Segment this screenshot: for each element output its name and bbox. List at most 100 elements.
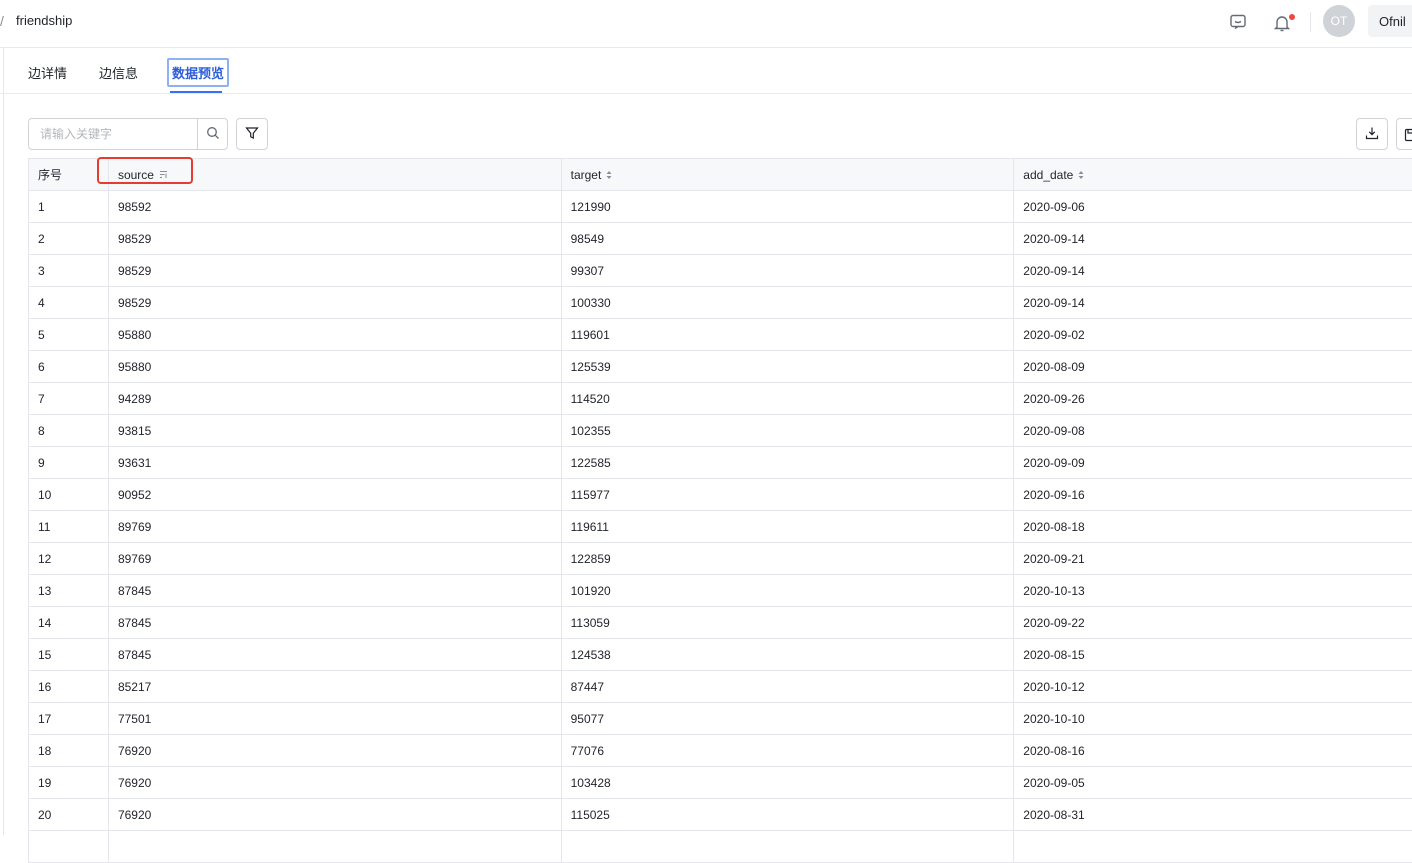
cell-source: 90952	[109, 479, 562, 510]
filter-button[interactable]	[236, 118, 268, 150]
cell-source: 95880	[109, 319, 562, 350]
table-row[interactable]: 14878451130592020-09-22	[29, 607, 1412, 639]
tab-data-preview[interactable]: 数据预览	[167, 58, 229, 87]
search-input[interactable]	[29, 119, 197, 149]
column-header-label: target	[571, 168, 602, 182]
user-menu[interactable]: Ofnil	[1368, 5, 1412, 37]
table-row[interactable]: 1777501950772020-10-10	[29, 703, 1412, 735]
table-row[interactable]: 7942891145202020-09-26	[29, 383, 1412, 415]
filter-icon	[245, 126, 259, 143]
notification-button[interactable]	[1268, 9, 1296, 37]
table-row[interactable]: 8938151023552020-09-08	[29, 415, 1412, 447]
table-row[interactable]: 1985921219902020-09-06	[29, 191, 1412, 223]
table-row[interactable]: 298529985492020-09-14	[29, 223, 1412, 255]
cell-index: 12	[29, 543, 109, 574]
table-row[interactable]: 9936311225852020-09-09	[29, 447, 1412, 479]
cell-index: 9	[29, 447, 109, 478]
cell-add-date	[1014, 831, 1412, 862]
table-row[interactable]: 11897691196112020-08-18	[29, 511, 1412, 543]
cell-target: 99307	[562, 255, 1015, 286]
save-button[interactable]	[1396, 118, 1412, 150]
cell-target: 124538	[562, 639, 1015, 670]
cell-index: 7	[29, 383, 109, 414]
cell-add-date: 2020-09-26	[1014, 383, 1412, 414]
table-row[interactable]: 13878451019202020-10-13	[29, 575, 1412, 607]
message-button[interactable]	[1224, 9, 1252, 37]
cell-index: 8	[29, 415, 109, 446]
table-row[interactable]: 15878451245382020-08-15	[29, 639, 1412, 671]
data-table: 序号 source target add_d	[28, 158, 1412, 863]
cell-index: 10	[29, 479, 109, 510]
cell-index: 13	[29, 575, 109, 606]
cell-target: 114520	[562, 383, 1015, 414]
cell-target: 95077	[562, 703, 1015, 734]
cell-add-date: 2020-08-18	[1014, 511, 1412, 542]
table-row[interactable]: 398529993072020-09-14	[29, 255, 1412, 287]
cell-index: 3	[29, 255, 109, 286]
cell-source: 98529	[109, 223, 562, 254]
column-header-label: source	[118, 168, 154, 182]
search-button[interactable]	[197, 119, 227, 149]
cell-add-date: 2020-09-14	[1014, 287, 1412, 318]
column-header-label: 序号	[38, 166, 62, 183]
cell-source: 76920	[109, 735, 562, 766]
cell-index: 19	[29, 767, 109, 798]
sort-desc-icon[interactable]	[159, 170, 168, 179]
cell-source: 93815	[109, 415, 562, 446]
cell-add-date: 2020-09-16	[1014, 479, 1412, 510]
column-header-index: 序号	[29, 159, 109, 190]
column-header-target[interactable]: target	[562, 159, 1015, 190]
cell-add-date: 2020-09-08	[1014, 415, 1412, 446]
notification-dot	[1289, 14, 1295, 20]
cell-add-date: 2020-09-09	[1014, 447, 1412, 478]
table-row[interactable]: 19769201034282020-09-05	[29, 767, 1412, 799]
tab-edge-info[interactable]: 边信息	[99, 63, 138, 82]
cell-index: 20	[29, 799, 109, 830]
table-row[interactable]: 10909521159772020-09-16	[29, 479, 1412, 511]
table-row[interactable]: 1876920770762020-08-16	[29, 735, 1412, 767]
table-row[interactable]	[29, 831, 1412, 863]
table-row[interactable]: 4985291003302020-09-14	[29, 287, 1412, 319]
cell-add-date: 2020-09-02	[1014, 319, 1412, 350]
column-header-add-date[interactable]: add_date	[1014, 159, 1412, 190]
cell-add-date: 2020-08-09	[1014, 351, 1412, 382]
cell-add-date: 2020-08-31	[1014, 799, 1412, 830]
cell-add-date: 2020-10-13	[1014, 575, 1412, 606]
cell-add-date: 2020-09-22	[1014, 607, 1412, 638]
cell-index: 1	[29, 191, 109, 222]
save-icon	[1404, 128, 1412, 145]
cell-target: 103428	[562, 767, 1015, 798]
table-row[interactable]: 12897691228592020-09-21	[29, 543, 1412, 575]
tab-bar: 边详情 边信息 数据预览	[0, 48, 1412, 94]
cell-target: 121990	[562, 191, 1015, 222]
cell-index	[29, 831, 109, 862]
cell-add-date: 2020-08-15	[1014, 639, 1412, 670]
cell-source: 76920	[109, 799, 562, 830]
avatar[interactable]: OT	[1323, 5, 1355, 37]
column-header-source[interactable]: source	[109, 159, 562, 190]
cell-add-date: 2020-10-10	[1014, 703, 1412, 734]
table-row[interactable]: 1685217874472020-10-12	[29, 671, 1412, 703]
search-box	[28, 118, 228, 150]
sort-icon[interactable]	[606, 170, 612, 180]
download-button[interactable]	[1356, 118, 1388, 150]
cell-add-date: 2020-10-12	[1014, 671, 1412, 702]
cell-source: 89769	[109, 511, 562, 542]
cell-source: 85217	[109, 671, 562, 702]
active-tab-indicator	[170, 91, 222, 93]
table-row[interactable]: 5958801196012020-09-02	[29, 319, 1412, 351]
page-title[interactable]: friendship	[16, 13, 72, 28]
cell-target: 115977	[562, 479, 1015, 510]
cell-source: 98529	[109, 255, 562, 286]
cell-source: 87845	[109, 639, 562, 670]
cell-index: 18	[29, 735, 109, 766]
cell-index: 4	[29, 287, 109, 318]
message-icon	[1229, 13, 1247, 34]
cell-source: 89769	[109, 543, 562, 574]
sort-icon[interactable]	[1078, 170, 1084, 180]
table-row[interactable]: 6958801255392020-08-09	[29, 351, 1412, 383]
tab-edge-details[interactable]: 边详情	[28, 63, 67, 82]
cell-index: 17	[29, 703, 109, 734]
table-row[interactable]: 20769201150252020-08-31	[29, 799, 1412, 831]
cell-target: 101920	[562, 575, 1015, 606]
